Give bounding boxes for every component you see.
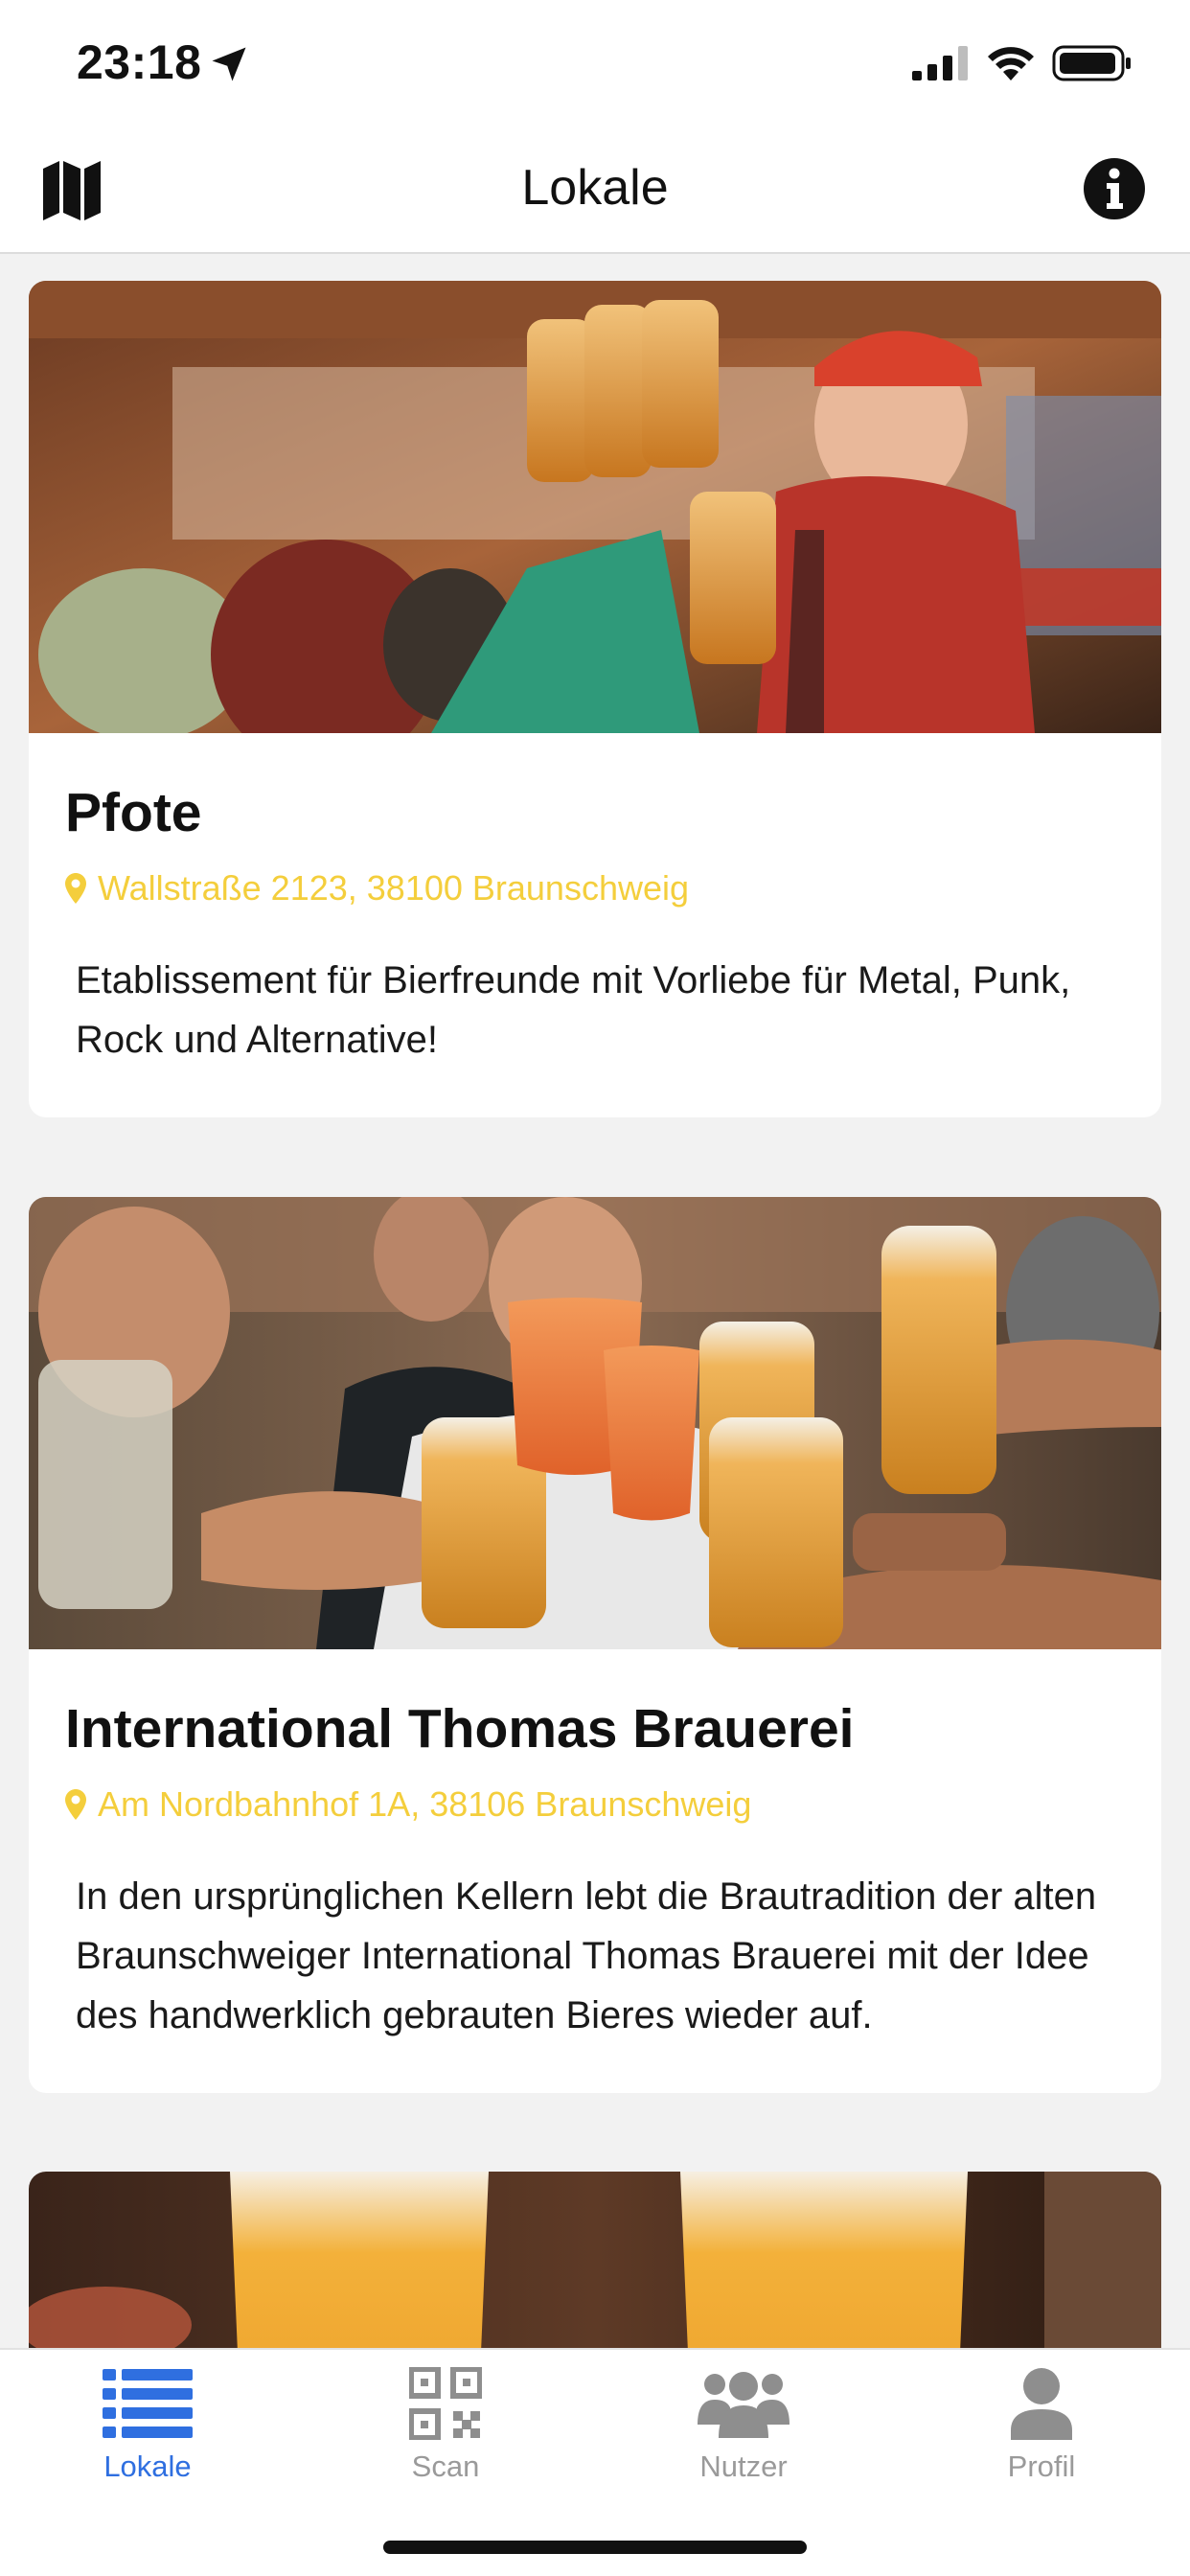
status-bar: 23:18 xyxy=(0,0,1190,125)
page-title: Lokale xyxy=(521,160,669,216)
tab-scan[interactable]: Scan xyxy=(350,2367,541,2511)
venue-card[interactable]: Pfote Wallstraße 2123, 38100 Braunschwei… xyxy=(29,281,1161,1117)
navigation-bar: Lokale xyxy=(0,125,1190,254)
venue-description: Etablissement für Bierfreunde mit Vorlie… xyxy=(76,958,1071,1061)
tab-profil[interactable]: Profil xyxy=(946,2367,1137,2511)
tab-lokale[interactable]: Lokale xyxy=(52,2367,243,2511)
venue-card[interactable] xyxy=(29,2172,1161,2348)
venue-address: Wallstraße 2123, 38100 Braunschweig xyxy=(65,868,1127,908)
location-arrow-icon xyxy=(212,47,246,81)
cellular-signal-icon xyxy=(912,46,968,80)
qr-code-icon xyxy=(409,2367,482,2440)
tab-label: Scan xyxy=(411,2450,480,2483)
list-icon xyxy=(103,2369,193,2438)
venue-address-text: Am Nordbahnhof 1A, 38106 Braunschweig xyxy=(98,1783,752,1824)
venue-photo xyxy=(29,281,1161,733)
venue-photo xyxy=(29,2172,1161,2348)
venue-card[interactable]: International Thomas Brauerei Am Nordbah… xyxy=(29,1197,1161,2093)
battery-icon xyxy=(1052,45,1131,81)
tab-nutzer[interactable]: Nutzer xyxy=(648,2367,839,2511)
venue-description: In den ursprünglichen Kellern lebt die B… xyxy=(76,1874,1097,2036)
tab-label: Lokale xyxy=(103,2450,192,2483)
map-pin-icon xyxy=(65,872,86,904)
map-pin-icon xyxy=(65,1788,86,1820)
tab-label: Nutzer xyxy=(699,2450,788,2483)
venue-list[interactable]: Pfote Wallstraße 2123, 38100 Braunschwei… xyxy=(0,256,1190,2348)
venue-photo-image xyxy=(29,1197,1161,1649)
home-indicator xyxy=(383,2541,807,2554)
venue-address-text: Wallstraße 2123, 38100 Braunschweig xyxy=(98,867,690,908)
venue-address: Am Nordbahnhof 1A, 38106 Braunschweig xyxy=(65,1784,1127,1825)
users-icon xyxy=(698,2372,790,2438)
venue-name: Pfote xyxy=(65,782,202,843)
venue-photo-image xyxy=(29,2172,1161,2348)
wifi-icon xyxy=(988,47,1034,80)
info-icon[interactable] xyxy=(1081,155,1148,222)
venue-photo xyxy=(29,1197,1161,1649)
tab-label: Profil xyxy=(1007,2450,1076,2483)
user-icon xyxy=(1011,2368,1072,2440)
venue-photo-image xyxy=(29,281,1161,733)
status-time: 23:18 xyxy=(77,35,202,89)
venue-name: International Thomas Brauerei xyxy=(65,1698,855,1760)
